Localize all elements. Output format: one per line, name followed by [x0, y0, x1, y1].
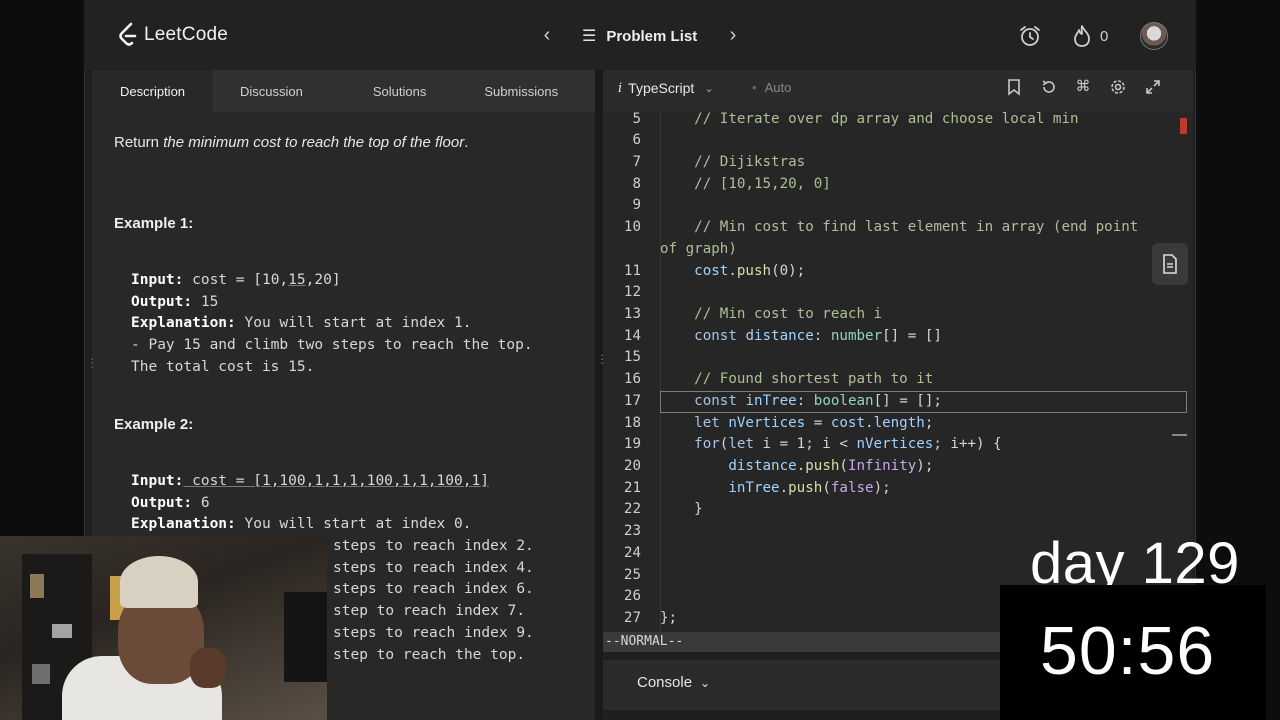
line-number: 8 [632, 175, 641, 192]
code-line[interactable]: for(let i = 1; i < nVertices; i++) { [660, 434, 1002, 456]
chevron-left-icon: ‹ [543, 24, 551, 46]
language-label: TypeScript [628, 80, 695, 96]
next-problem-button[interactable]: › [723, 24, 743, 47]
line-number: 17 [623, 392, 641, 409]
code-line[interactable]: inTree.push(false); [660, 478, 890, 500]
problem-description: Return the minimum cost to reach the top… [114, 134, 584, 151]
tab-discussion[interactable]: Discussion [240, 70, 303, 112]
leetcode-logo[interactable]: LeetCode [118, 22, 228, 48]
problem-list-label: Problem List [606, 27, 698, 45]
line-number: 11 [623, 262, 641, 279]
code-line[interactable]: of graph) [660, 239, 737, 261]
person-beanie [120, 556, 198, 608]
problem-list-button[interactable]: ☰ Problem List [582, 26, 697, 46]
reset-icon[interactable] [1040, 78, 1058, 96]
code-line[interactable]: const distance: number[] = [] [660, 326, 942, 348]
code-line[interactable]: } [660, 499, 703, 521]
line-number: 23 [623, 523, 641, 540]
line-number: 16 [623, 371, 641, 388]
line-number [603, 239, 641, 261]
document-icon [1163, 254, 1177, 274]
line-number: 24 [623, 544, 641, 561]
chevron-down-icon: ⌄ [704, 82, 714, 95]
timer: 50:56 [1040, 613, 1216, 689]
line-number: 5 [632, 110, 641, 127]
info-icon: i [618, 80, 623, 96]
console-toggle-button[interactable]: Console ⌄ [637, 674, 710, 691]
chevron-down-icon: ⌄ [700, 675, 711, 690]
streak-fire-icon[interactable] [1072, 24, 1092, 48]
line-number: 15 [623, 349, 641, 366]
example-2-explanation-lines: steps to reach index 2. steps to reach i… [333, 538, 534, 663]
code-line[interactable]: // Min cost to reach i [660, 304, 882, 326]
line-number: 7 [632, 153, 641, 170]
left-resize-handle[interactable]: ⋮ [86, 356, 98, 370]
notes-button[interactable] [1152, 243, 1188, 285]
bookmark-icon[interactable] [1005, 78, 1023, 96]
line-number: 27 [623, 610, 641, 627]
example-1-title: Example 1: [114, 215, 194, 232]
code-line[interactable]: // Found shortest path to it [660, 369, 933, 391]
scrollbar-position-marker [1172, 434, 1187, 436]
line-number: 26 [623, 588, 641, 605]
line-number: 9 [632, 197, 641, 214]
example-1-block: Input: cost = [10,15,20] Output: 15 Expl… [131, 272, 533, 375]
line-number: 21 [623, 479, 641, 496]
chevron-right-icon: › [729, 24, 737, 46]
line-number: 14 [623, 327, 641, 344]
line-number: 10 [623, 219, 641, 236]
streak-count: 0 [1100, 28, 1109, 45]
code-line[interactable]: distance.push(Infinity); [660, 456, 933, 478]
line-number: 6 [632, 132, 641, 149]
webcam-feed [0, 536, 327, 720]
problem-tabs: Description Discussion Solutions Submiss… [92, 70, 595, 112]
person-hands [190, 648, 226, 688]
scrollbar-marker [1180, 118, 1187, 134]
line-number: 25 [623, 566, 641, 583]
shortcuts-icon[interactable]: ⌘ [1074, 78, 1092, 96]
panel-divider[interactable] [595, 70, 603, 720]
tab-description[interactable]: Description [92, 70, 214, 112]
background-monitor [284, 592, 327, 682]
code-line[interactable]: // Dijikstras [660, 152, 805, 174]
return-statement: Return the minimum cost to reach the top… [114, 134, 469, 151]
code-line[interactable]: const inTree: boolean[] = []; [660, 391, 942, 413]
line-number: 13 [623, 305, 641, 322]
settings-gear-icon[interactable] [1109, 78, 1127, 96]
example-2-block: Input: cost = [1,100,1,1,1,100,1,1,100,1… [131, 473, 489, 533]
fullscreen-icon[interactable] [1144, 78, 1162, 96]
prev-problem-button[interactable]: ‹ [537, 24, 557, 47]
code-line[interactable]: // [10,15,20, 0] [660, 174, 831, 196]
tab-submissions[interactable]: Submissions [484, 70, 558, 112]
code-line[interactable]: }; [660, 608, 677, 630]
alarm-clock-icon[interactable] [1018, 24, 1042, 48]
user-avatar[interactable] [1140, 22, 1168, 50]
line-number: 20 [623, 458, 641, 475]
language-select[interactable]: i TypeScript ⌄ [618, 80, 714, 96]
autosave-indicator: • Auto [752, 80, 792, 95]
code-line[interactable]: // Iterate over dp array and choose loca… [660, 109, 1078, 131]
line-number: 12 [623, 284, 641, 301]
console-label: Console [637, 674, 693, 691]
code-line[interactable]: cost.push(0); [660, 261, 805, 283]
example-2-title: Example 2: [114, 416, 194, 433]
code-line[interactable]: // Min cost to find last element in arra… [660, 217, 1138, 239]
line-number: 19 [623, 436, 641, 453]
tab-solutions[interactable]: Solutions [373, 70, 426, 112]
code-line[interactable]: let nVertices = cost.length; [660, 413, 933, 435]
line-number: 22 [623, 501, 641, 518]
leetcode-logo-icon [119, 22, 137, 46]
app-name: LeetCode [144, 24, 229, 45]
line-number: 18 [623, 414, 641, 431]
menu-icon: ☰ [582, 28, 597, 45]
